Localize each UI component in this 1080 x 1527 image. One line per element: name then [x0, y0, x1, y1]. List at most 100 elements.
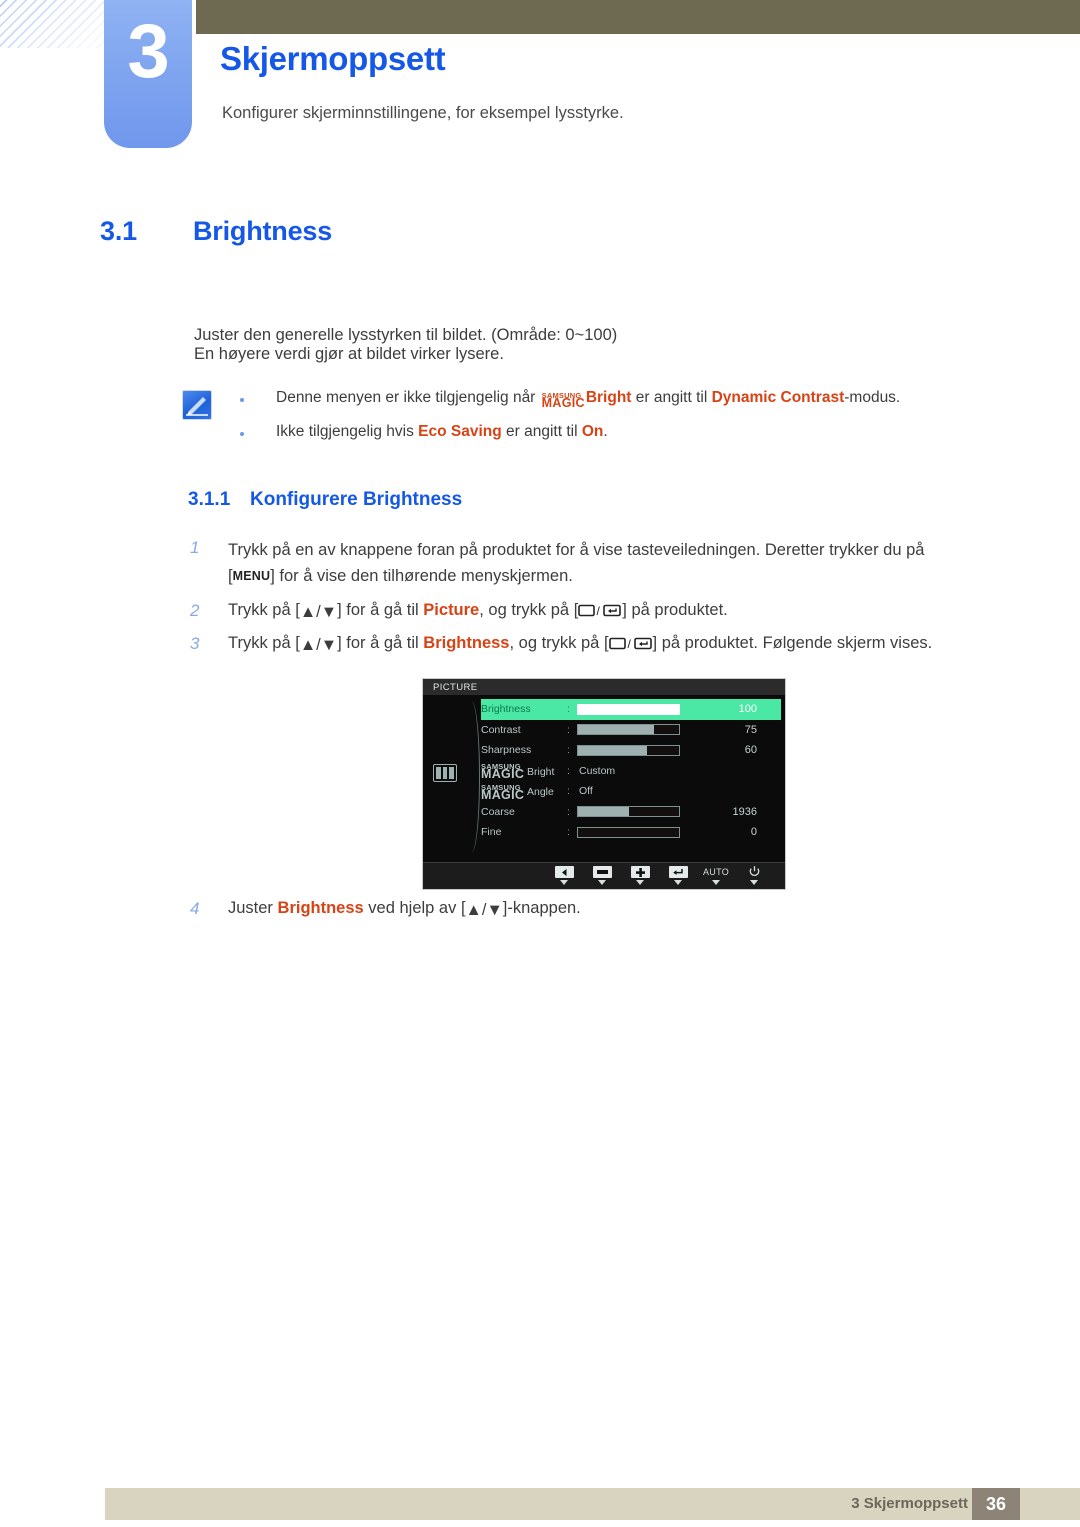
svg-text:/: / [597, 604, 601, 617]
osd-slider-coarse[interactable] [577, 806, 680, 818]
note-1-logo-suffix: Bright [585, 389, 632, 406]
updown-arrows-glyph: ▲/▼ [299, 636, 338, 654]
chapter-subtitle: Konfigurer skjerminnstillingene, for eks… [222, 104, 624, 122]
plus-icon [630, 866, 650, 878]
section-heading: 3.1 Brightness [100, 216, 332, 247]
step-4-part-a: Juster [228, 899, 278, 917]
updown-arrows-glyph: ▲/▼ [299, 603, 338, 621]
step-2-part-d: ] på produktet. [622, 601, 728, 619]
osd-menu-screenshot: PICTURE Brightness : 100 Contrast : 75 S… [422, 678, 786, 890]
osd-slider-sharpness[interactable] [577, 744, 680, 756]
step-1-bracket-close: ] [270, 566, 275, 585]
osd-key-enter[interactable] [659, 863, 697, 885]
osd-label: Sharpness [481, 744, 532, 756]
osd-colon: : [567, 805, 570, 818]
note-1-suffix: -modus. [844, 389, 901, 406]
osd-bar-wrap [577, 744, 687, 756]
osd-value: Custom [579, 764, 616, 777]
power-icon [749, 866, 760, 878]
step-2-part-b: ] for å gå til [337, 601, 424, 619]
note-1-prefix: Denne menyen er ikke tilgjengelig når [276, 389, 540, 406]
step-2-text: Trykk på [▲/▼] for å gå til Picture, og … [228, 601, 728, 622]
osd-body: Brightness : 100 Contrast : 75 Sharpness… [423, 695, 785, 862]
osd-row-sharpness[interactable]: Sharpness : 60 [481, 740, 781, 761]
step-1-text: Trykk på en av knappene foran på produkt… [228, 538, 1018, 589]
osd-colon: : [567, 703, 570, 716]
osd-label: Brightness [481, 703, 531, 715]
step-1-part-b: for å vise den tilhørende menyskjermen. [279, 566, 573, 585]
caret-down-icon [750, 880, 758, 885]
osd-colon: : [567, 764, 570, 777]
step-4-highlight: Brightness [277, 899, 364, 917]
bullet-icon [240, 432, 244, 436]
osd-row-magicbright[interactable]: SAMSUNG MAGIC Bright : Custom [481, 761, 781, 782]
samsung-magic-logo: SAMSUNG MAGIC [541, 391, 585, 410]
subsection-number: 3.1.1 [188, 489, 231, 510]
osd-colon: : [567, 723, 570, 736]
section-title: Brightness [193, 216, 333, 246]
osd-label: Fine [481, 826, 502, 838]
step-1-part-a: Trykk på en av knappene foran på produkt… [228, 541, 925, 559]
osd-key-left[interactable] [545, 863, 583, 885]
osd-value: 0 [750, 826, 757, 839]
step-3-part-d: ] på produktet. Følgende skjerm vises. [652, 634, 933, 652]
menu-key-glyph: MENU [232, 568, 271, 583]
note-2-highlight: Eco Saving [418, 423, 502, 440]
note-2-middle: er angitt til [501, 423, 582, 440]
section-paragraph-2: En høyere verdi gjør at bildet virker ly… [194, 345, 504, 363]
osd-bar-wrap [577, 826, 687, 838]
osd-label: Contrast [481, 723, 521, 736]
osd-key-auto[interactable]: AUTO [697, 863, 735, 885]
osd-bar-wrap [577, 806, 687, 818]
note-1-middle: er angitt til [631, 389, 712, 406]
caret-down-icon [636, 880, 644, 885]
osd-colon: : [567, 785, 570, 798]
svg-text:/: / [627, 637, 631, 650]
osd-slider-fine[interactable] [577, 826, 680, 838]
osd-key-power[interactable] [735, 863, 773, 885]
note-2-highlight-2: On [581, 423, 604, 440]
osd-value: 75 [744, 723, 757, 736]
osd-bar-wrap [577, 703, 687, 715]
osd-slider-contrast[interactable] [577, 724, 680, 736]
osd-key-plus[interactable] [621, 863, 659, 885]
osd-row-list: Brightness : 100 Contrast : 75 Sharpness… [481, 699, 781, 843]
osd-key-minus[interactable] [583, 863, 621, 885]
caret-down-icon [674, 880, 682, 885]
osd-value: 60 [744, 744, 757, 757]
osd-footer-keybar: AUTO [423, 862, 785, 889]
osd-colon: : [567, 744, 570, 757]
subsection-heading: 3.1.1 Konfigurere Brightness [188, 489, 462, 511]
auto-label: AUTO [702, 867, 730, 877]
osd-label: SAMSUNG MAGIC Bright [481, 762, 555, 781]
osd-title: PICTURE [423, 679, 785, 695]
chapter-number: 3 [127, 9, 169, 94]
osd-row-brightness[interactable]: Brightness : 100 [481, 699, 781, 720]
osd-value: 100 [738, 703, 757, 716]
step-4-part-c: ]-knappen. [502, 899, 581, 917]
osd-row-contrast[interactable]: Contrast : 75 [481, 720, 781, 741]
osd-label: Coarse [481, 805, 515, 818]
picture-category-icon [433, 764, 457, 782]
osd-slider-brightness[interactable] [577, 703, 680, 715]
updown-arrows-glyph: ▲/▼ [465, 901, 503, 919]
osd-row-fine[interactable]: Fine : 0 [481, 822, 781, 843]
osd-row-coarse[interactable]: Coarse : 1936 [481, 802, 781, 823]
caret-down-icon [560, 880, 568, 885]
step-2-part-c: , og trykk på [ [479, 601, 579, 619]
note-2-prefix: Ikke tilgjengelig hvis [276, 423, 419, 440]
osd-arc-divider [463, 701, 480, 853]
decorative-hatch-pattern [0, 0, 108, 48]
footer-page-number: 36 [972, 1488, 1020, 1520]
note-2-suffix: . [603, 423, 608, 440]
section-number: 3.1 [100, 216, 137, 246]
subsection-title: Konfigurere Brightness [250, 489, 463, 510]
left-arrow-icon [554, 866, 574, 878]
step-3-part-b: ] for å gå til [337, 634, 424, 652]
footer-chapter-label: 3 Skjermoppsett [851, 1495, 968, 1512]
note-pencil-icon [182, 390, 212, 420]
osd-label: SAMSUNG MAGIC Angle [481, 782, 554, 802]
note-list: Denne menyen er ikke tilgjengelig når SA… [240, 390, 1000, 458]
osd-row-magicangle[interactable]: SAMSUNG MAGIC Angle : Off [481, 781, 781, 802]
step-4-part-b: ved hjelp av [ [363, 899, 466, 917]
